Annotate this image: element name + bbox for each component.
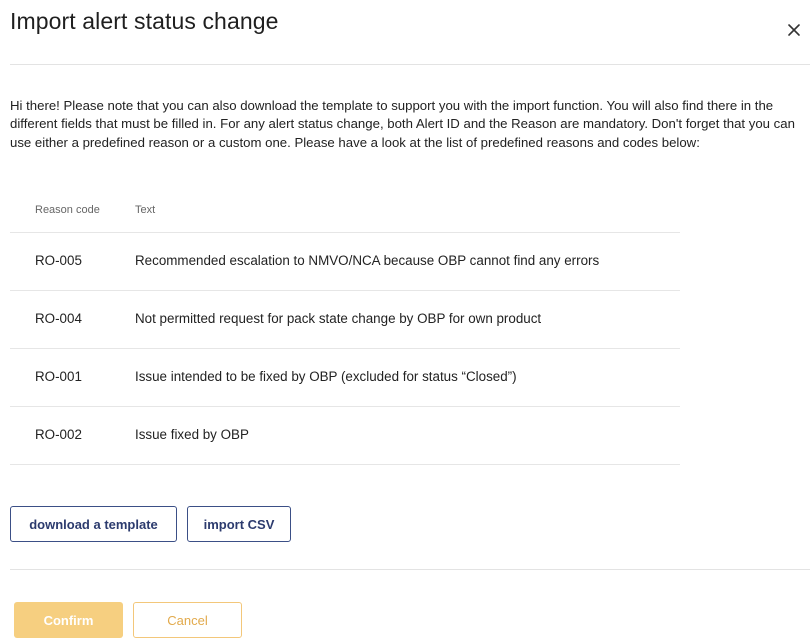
intro-text: Hi there! Please note that you can also … [10, 98, 795, 150]
table-row: RO-004 Not permitted request for pack st… [10, 291, 680, 349]
cancel-button[interactable]: Cancel [133, 602, 242, 638]
row-reason-text: Recommended escalation to NMVO/NCA becau… [135, 253, 600, 268]
row-reason-code: RO-002 [35, 427, 82, 442]
table-header: Reason code Text [10, 195, 680, 233]
confirm-button[interactable]: Confirm [14, 602, 123, 638]
table-row: RO-001 Issue intended to be fixed by OBP… [10, 349, 680, 407]
close-button[interactable] [784, 20, 804, 40]
header-reason-code: Reason code [35, 204, 100, 216]
table-row: RO-005 Recommended escalation to NMVO/NC… [10, 233, 680, 291]
close-icon [788, 24, 800, 36]
row-reason-code: RO-004 [35, 311, 82, 326]
download-template-button[interactable]: download a template [10, 506, 177, 542]
row-reason-text: Issue intended to be fixed by OBP (exclu… [135, 369, 517, 384]
import-csv-button[interactable]: import CSV [187, 506, 291, 542]
header-text: Text [135, 204, 156, 216]
footer-divider [10, 569, 810, 570]
reason-codes-table: Reason code Text RO-005 Recommended esca… [10, 195, 680, 465]
header-divider [10, 64, 810, 65]
row-reason-text: Not permitted request for pack state cha… [135, 311, 542, 326]
table-row: RO-002 Issue fixed by OBP [10, 407, 680, 465]
row-reason-text: Issue fixed by OBP [135, 427, 249, 442]
row-reason-code: RO-005 [35, 253, 82, 268]
import-alert-dialog: Import alert status change Hi there! Ple… [0, 0, 810, 638]
dialog-title: Import alert status change [10, 8, 279, 34]
row-reason-code: RO-001 [35, 369, 82, 384]
